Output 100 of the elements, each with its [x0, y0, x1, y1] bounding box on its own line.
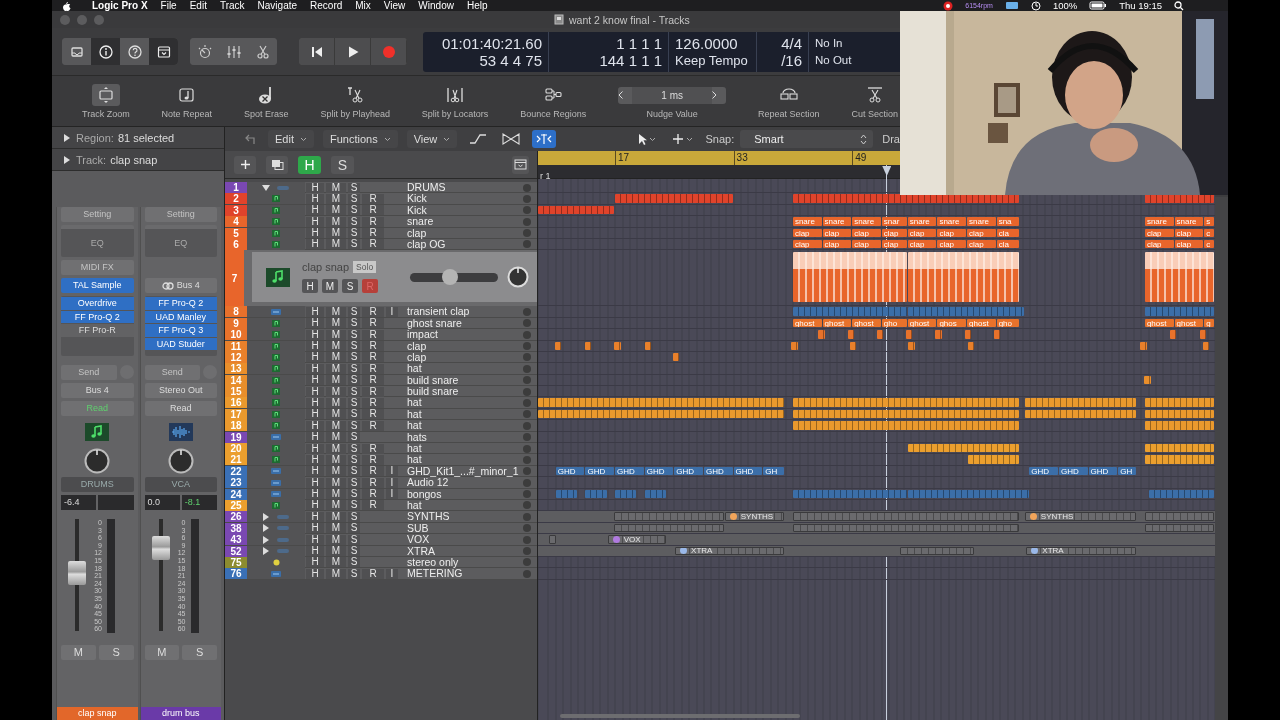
- hide-button[interactable]: H: [306, 432, 324, 443]
- region[interactable]: clap: [1174, 228, 1204, 237]
- region[interactable]: [1140, 341, 1147, 350]
- hide-button[interactable]: H: [306, 546, 324, 557]
- region[interactable]: [584, 341, 592, 350]
- timer-icon[interactable]: [1030, 0, 1041, 11]
- tool-button[interactable]: [91, 83, 120, 106]
- mute-button[interactable]: M: [326, 466, 346, 477]
- region[interactable]: s: [1204, 217, 1215, 226]
- disclosure-triangle-icon[interactable]: [262, 183, 270, 192]
- input-monitor-button[interactable]: I: [386, 477, 398, 488]
- region[interactable]: GHD_: [674, 466, 703, 476]
- mute-button[interactable]: M: [326, 182, 346, 193]
- solo-button[interactable]: S: [348, 557, 360, 568]
- hide-button[interactable]: H: [306, 477, 324, 488]
- mute-button[interactable]: M: [326, 454, 346, 465]
- mute-button[interactable]: M: [326, 375, 346, 386]
- menu-item[interactable]: View: [383, 0, 406, 11]
- folder-region[interactable]: [792, 512, 1019, 521]
- mute-button[interactable]: M: [326, 420, 346, 431]
- input-monitor-button[interactable]: I: [386, 489, 398, 500]
- region[interactable]: [792, 409, 1019, 419]
- menu-item[interactable]: Window: [418, 0, 454, 11]
- track-header-row[interactable]: 76 H M S R I METERING: [225, 568, 537, 580]
- region[interactable]: GHD_: [644, 466, 674, 476]
- region[interactable]: clap: [822, 239, 852, 249]
- solo-button[interactable]: S: [348, 193, 360, 204]
- region[interactable]: [1144, 252, 1215, 303]
- input-monitor-button[interactable]: I: [386, 568, 398, 579]
- hide-button[interactable]: H: [306, 363, 324, 374]
- region[interactable]: snare: [937, 217, 966, 226]
- record-enable-button[interactable]: R: [362, 489, 384, 500]
- hide-button[interactable]: H: [306, 182, 324, 193]
- region[interactable]: [538, 409, 785, 419]
- mute-button[interactable]: M: [326, 341, 346, 351]
- solo-button[interactable]: S: [348, 386, 360, 397]
- output-slot[interactable]: Stereo Out: [144, 383, 217, 398]
- view-button[interactable]: [149, 38, 178, 65]
- region[interactable]: sna: [996, 217, 1019, 226]
- solo-button[interactable]: S: [348, 409, 360, 420]
- region-header[interactable]: Region: 81 selected: [52, 127, 224, 149]
- menu-item[interactable]: Record: [310, 0, 343, 11]
- track-header[interactable]: Track: clap snap: [52, 149, 224, 171]
- mute-button[interactable]: M: [322, 279, 338, 294]
- hide-button[interactable]: H: [306, 454, 324, 465]
- region[interactable]: GHD_: [1088, 466, 1118, 476]
- record-enable-button[interactable]: R: [362, 477, 384, 488]
- insert-slot[interactable]: FF Pro-Q 2: [144, 297, 217, 310]
- region[interactable]: clap: [937, 228, 966, 237]
- record-enable-button[interactable]: R: [362, 466, 384, 477]
- solo-button[interactable]: S: [98, 645, 134, 660]
- track-header-row[interactable]: 11 H M S R clap: [225, 340, 537, 352]
- input-slot[interactable]: Bus 4: [144, 278, 217, 293]
- hide-button[interactable]: H: [306, 500, 324, 511]
- search-icon[interactable]: [1174, 0, 1184, 11]
- record-enable-button[interactable]: R: [362, 318, 384, 329]
- record-enable-button[interactable]: R: [362, 341, 384, 351]
- track-header-row[interactable]: 21 H M S R hat: [225, 454, 537, 466]
- solo-button[interactable]: S: [348, 306, 360, 317]
- region[interactable]: GHD_: [555, 466, 585, 476]
- record-enable-button[interactable]: R: [362, 375, 384, 386]
- mute-button[interactable]: M: [326, 306, 346, 317]
- folder-region[interactable]: [614, 512, 724, 521]
- record-enable-button[interactable]: R: [362, 193, 384, 204]
- track-header-row[interactable]: 4 H M S R snare: [225, 216, 537, 228]
- solo-button[interactable]: S: [348, 182, 360, 193]
- record-enable-button[interactable]: R: [362, 420, 384, 431]
- region[interactable]: clap: [792, 228, 822, 237]
- track-header-row[interactable]: 8 H M S R I transient clap: [225, 306, 537, 318]
- hide-button[interactable]: H: [306, 193, 324, 204]
- solo-button[interactable]: S: [348, 216, 360, 227]
- region[interactable]: [1199, 330, 1207, 339]
- region[interactable]: [967, 341, 975, 350]
- region[interactable]: clap: [907, 239, 937, 249]
- hide-button[interactable]: H: [306, 534, 324, 545]
- solo-button[interactable]: S: [348, 341, 360, 351]
- menu-item[interactable]: File: [160, 0, 177, 11]
- region[interactable]: snare: [907, 217, 937, 226]
- input-monitor-button[interactable]: I: [386, 466, 398, 477]
- region[interactable]: [1144, 455, 1215, 464]
- mute-button[interactable]: M: [326, 489, 346, 500]
- mute-button[interactable]: M: [326, 432, 346, 443]
- zoom-button[interactable]: [94, 14, 104, 25]
- record-enable-button[interactable]: R: [362, 228, 384, 239]
- menu-clock[interactable]: Thu 19:15: [1119, 0, 1162, 11]
- region[interactable]: clap: [937, 239, 966, 249]
- region[interactable]: cla: [996, 228, 1019, 237]
- local-menu[interactable]: Edit: [268, 130, 314, 148]
- output-slot[interactable]: Bus 4: [61, 383, 134, 398]
- record-status-icon[interactable]: [943, 0, 954, 11]
- solo-button[interactable]: S: [348, 500, 360, 511]
- record-enable-button[interactable]: R: [362, 454, 384, 465]
- track-header-row[interactable]: 2 H M S R Kick: [225, 193, 537, 205]
- hide-button[interactable]: H: [306, 352, 324, 363]
- mute-button[interactable]: M: [326, 205, 346, 216]
- local-menu[interactable]: Functions: [322, 130, 398, 148]
- mute-button[interactable]: M: [326, 511, 346, 522]
- duplicate-track-button[interactable]: [266, 155, 288, 174]
- region[interactable]: [644, 341, 652, 350]
- automation-mode[interactable]: Read: [144, 401, 217, 416]
